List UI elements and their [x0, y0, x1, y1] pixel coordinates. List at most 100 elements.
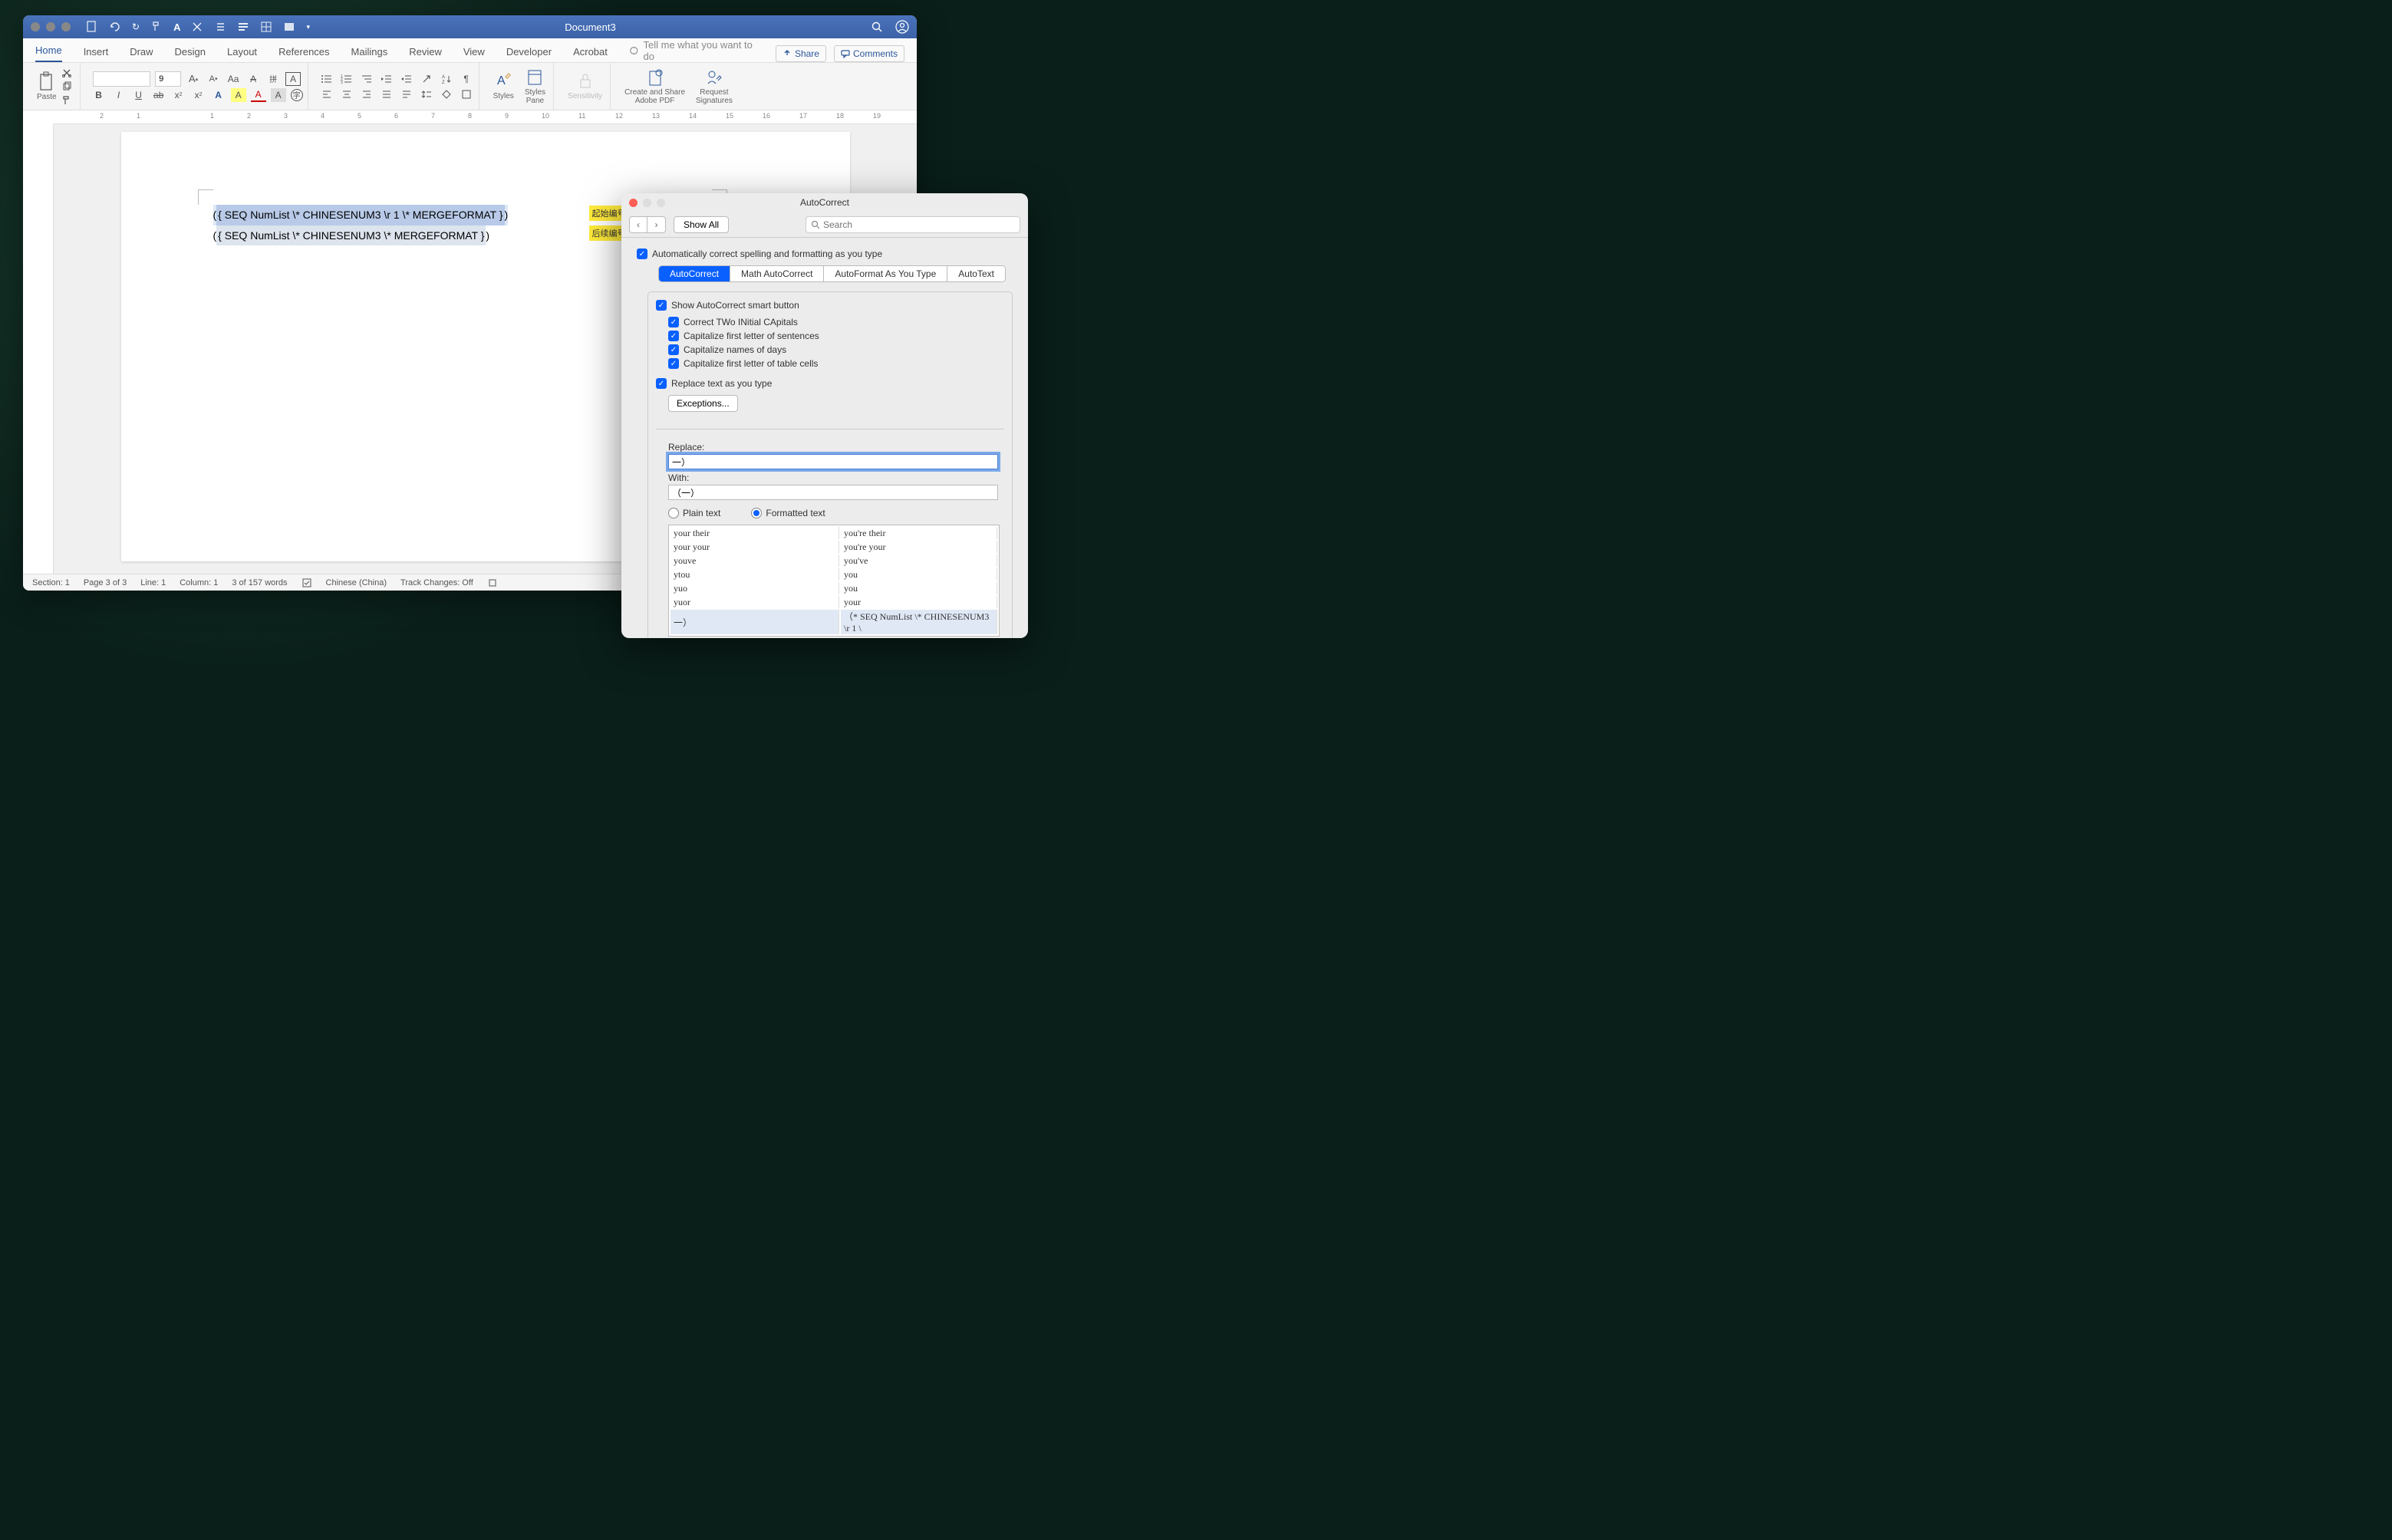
- status-language[interactable]: Chinese (China): [326, 578, 387, 587]
- replace-text-checkbox[interactable]: ✓Replace text as you type: [656, 378, 1012, 389]
- phonetic-icon[interactable]: 拼: [265, 72, 281, 86]
- status-track[interactable]: Track Changes: Off: [400, 578, 473, 587]
- multilevel-list-icon[interactable]: [359, 72, 374, 86]
- first-letter-checkbox[interactable]: ✓Capitalize first letter of sentences: [668, 331, 1012, 341]
- copy-icon[interactable]: [61, 81, 72, 92]
- replace-input[interactable]: [668, 454, 998, 469]
- list-icon[interactable]: [214, 21, 226, 33]
- font-family-select[interactable]: [93, 71, 150, 87]
- strikethrough-button[interactable]: ab: [151, 88, 166, 102]
- tab-mailings[interactable]: Mailings: [351, 41, 388, 62]
- undo-icon[interactable]: [109, 21, 121, 33]
- seg-autocorrect[interactable]: AutoCorrect: [659, 266, 730, 281]
- formatted-text-radio[interactable]: Formatted text: [751, 508, 825, 518]
- horizontal-ruler[interactable]: 2112345678910111213141516171819: [54, 110, 917, 124]
- numbering-icon[interactable]: 123: [339, 72, 354, 86]
- distribute-icon[interactable]: [399, 87, 414, 101]
- tab-developer[interactable]: Developer: [506, 41, 552, 62]
- justify-icon[interactable]: [379, 87, 394, 101]
- sort-icon[interactable]: AZ: [439, 72, 454, 86]
- field-line-1[interactable]: ({ SEQ NumList \* CHINESENUM3 \r 1 \* ME…: [213, 205, 509, 225]
- align-center-icon[interactable]: [339, 87, 354, 101]
- cut-icon[interactable]: [61, 67, 72, 78]
- enclose-char-icon[interactable]: 字: [291, 89, 303, 101]
- tell-me-search[interactable]: Tell me what you want to do: [629, 39, 754, 62]
- borders-icon[interactable]: [459, 87, 474, 101]
- create-pdf-button[interactable]: Create and Share Adobe PDF: [624, 68, 685, 105]
- align-right-icon[interactable]: [359, 87, 374, 101]
- align-left-icon[interactable]: [319, 87, 334, 101]
- macro-icon[interactable]: [487, 578, 498, 588]
- table-icon[interactable]: [260, 21, 272, 33]
- format-painter-icon[interactable]: [150, 21, 163, 33]
- comments-button[interactable]: Comments: [834, 45, 904, 62]
- search-icon[interactable]: [871, 21, 883, 33]
- decrease-font-icon[interactable]: A▾: [206, 72, 221, 86]
- days-checkbox[interactable]: ✓Capitalize names of days: [668, 344, 1012, 355]
- font-size-select[interactable]: [155, 71, 181, 87]
- tab-acrobat[interactable]: Acrobat: [573, 41, 608, 62]
- increase-indent-icon[interactable]: [399, 72, 414, 86]
- vertical-ruler[interactable]: [23, 124, 54, 574]
- tab-home[interactable]: Home: [35, 40, 62, 62]
- back-button[interactable]: ‹: [629, 216, 647, 233]
- status-section[interactable]: Section: 1: [32, 578, 70, 587]
- char-shading-icon[interactable]: A: [271, 88, 286, 102]
- smart-button-checkbox[interactable]: ✓Show AutoCorrect smart button: [656, 300, 1012, 311]
- account-icon[interactable]: [895, 20, 909, 34]
- replace-table[interactable]: your theiryou're their your youryou're y…: [668, 525, 1000, 637]
- dialog-search[interactable]: [806, 216, 1020, 233]
- tab-review[interactable]: Review: [409, 41, 442, 62]
- dialog-search-input[interactable]: [823, 219, 1015, 230]
- asian-layout-icon[interactable]: [419, 72, 434, 86]
- close-button[interactable]: [31, 22, 40, 31]
- superscript-button[interactable]: x2: [191, 88, 206, 102]
- status-line[interactable]: Line: 1: [140, 578, 166, 587]
- char-border-icon[interactable]: A: [285, 72, 301, 86]
- text-effects-icon[interactable]: A: [211, 88, 226, 102]
- subscript-button[interactable]: x2: [171, 88, 186, 102]
- increase-font-icon[interactable]: A▴: [186, 72, 201, 86]
- styles-button[interactable]: AStyles: [493, 72, 514, 100]
- forward-button[interactable]: ›: [647, 216, 666, 233]
- decrease-indent-icon[interactable]: [379, 72, 394, 86]
- layout-icon[interactable]: [283, 21, 295, 33]
- line-spacing-icon[interactable]: [419, 87, 434, 101]
- tab-design[interactable]: Design: [175, 41, 206, 62]
- seg-math[interactable]: Math AutoCorrect: [730, 266, 824, 281]
- save-icon[interactable]: [86, 21, 98, 33]
- zoom-button[interactable]: [61, 22, 71, 31]
- status-column[interactable]: Column: 1: [180, 578, 218, 587]
- clear-format-icon[interactable]: [191, 21, 203, 33]
- change-case-icon[interactable]: Aa: [226, 72, 241, 86]
- font-icon[interactable]: A: [173, 21, 180, 33]
- plain-text-radio[interactable]: Plain text: [668, 508, 720, 518]
- share-button[interactable]: Share: [776, 45, 826, 62]
- clear-formatting-icon[interactable]: A: [245, 72, 261, 86]
- seg-autotext[interactable]: AutoText: [947, 266, 1005, 281]
- styles-pane-button[interactable]: Styles Pane: [525, 68, 545, 105]
- tab-insert[interactable]: Insert: [84, 41, 109, 62]
- highlight-icon[interactable]: A: [231, 88, 246, 102]
- tab-draw[interactable]: Draw: [130, 41, 153, 62]
- shading-icon[interactable]: [439, 87, 454, 101]
- show-all-button[interactable]: Show All: [674, 216, 729, 233]
- dialog-close-button[interactable]: [629, 199, 638, 207]
- exceptions-button[interactable]: Exceptions...: [668, 395, 738, 412]
- paragraph-icon[interactable]: [237, 21, 249, 33]
- table-cells-checkbox[interactable]: ✓Capitalize first letter of table cells: [668, 358, 1012, 369]
- status-page[interactable]: Page 3 of 3: [84, 578, 127, 587]
- italic-button[interactable]: I: [111, 88, 127, 102]
- status-words[interactable]: 3 of 157 words: [232, 578, 287, 587]
- spellcheck-icon[interactable]: [301, 578, 312, 588]
- bold-button[interactable]: B: [91, 88, 107, 102]
- bullets-icon[interactable]: [319, 72, 334, 86]
- auto-correct-spelling-checkbox[interactable]: ✓Automatically correct spelling and form…: [637, 248, 1013, 259]
- with-input[interactable]: [668, 485, 998, 500]
- tab-references[interactable]: References: [278, 41, 329, 62]
- minimize-button[interactable]: [46, 22, 55, 31]
- tab-layout[interactable]: Layout: [227, 41, 257, 62]
- two-initial-caps-checkbox[interactable]: ✓Correct TWo INitial CApitals: [668, 317, 1012, 327]
- tab-view[interactable]: View: [463, 41, 485, 62]
- underline-button[interactable]: U: [131, 88, 147, 102]
